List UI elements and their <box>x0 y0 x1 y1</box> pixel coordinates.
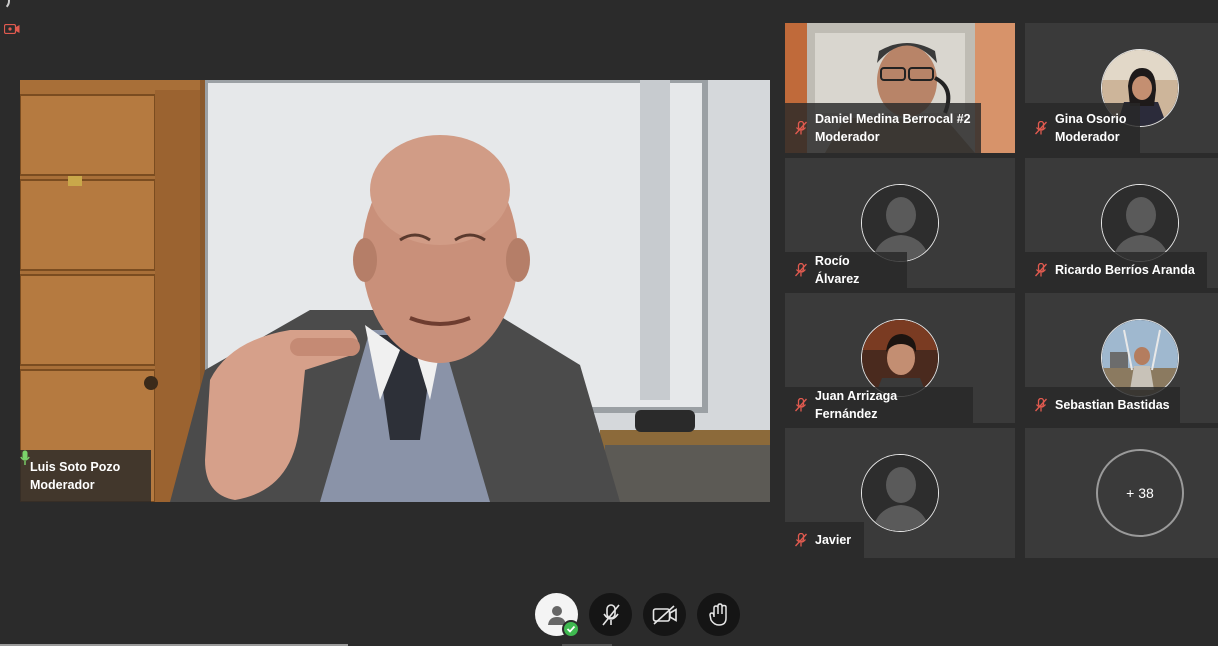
participant-name-tag: Gina Osorio Moderador <box>1025 103 1140 153</box>
raise-hand-icon <box>708 602 727 626</box>
camera-off-icon <box>652 604 677 625</box>
main-speaker-name-tag: Luis Soto Pozo Moderador <box>20 450 151 502</box>
participant-role: Moderador <box>815 130 880 144</box>
mic-muted-icon <box>795 398 807 412</box>
recording-indicator <box>0 0 26 40</box>
mic-muted-icon <box>1035 398 1047 412</box>
default-avatar-icon <box>861 184 939 262</box>
participant-name: Javier <box>815 533 852 547</box>
participant-avatar <box>1101 319 1179 397</box>
participant-name-tag: Javier <box>785 522 864 558</box>
speaker-video-frame <box>20 80 770 502</box>
default-avatar-icon <box>861 454 939 532</box>
participant-name-tag: Rocío Álvarez <box>785 252 907 288</box>
main-speaker-role: Moderador <box>30 478 95 492</box>
mic-muted-icon <box>1035 263 1047 277</box>
call-controls-toolbar <box>535 593 740 638</box>
participant-avatar <box>861 319 939 397</box>
participant-name: Ricardo Berríos Aranda <box>1055 263 1195 277</box>
recording-camera-icon <box>4 24 20 34</box>
participant-tile-ricardo[interactable]: Ricardo Berríos Aranda <box>1025 158 1218 288</box>
participant-tile-gina[interactable]: Gina Osorio Moderador <box>1025 23 1218 153</box>
participant-tile-daniel[interactable]: Daniel Medina Berrocal #2 Moderador <box>785 23 1015 153</box>
participant-name-tag: Ricardo Berríos Aranda <box>1025 252 1207 288</box>
participant-role: Moderador <box>1055 130 1120 144</box>
participant-tile-rocio[interactable]: Rocío Álvarez <box>785 158 1015 288</box>
mic-muted-icon <box>795 121 807 135</box>
participant-name: Rocío Álvarez <box>814 254 860 286</box>
mic-muted-icon <box>795 263 807 277</box>
participant-name: Gina Osorio <box>1055 112 1127 126</box>
participant-name-tag: Juan Arrizaga Fernández <box>785 387 973 423</box>
participant-name-tag: Sebastian Bastidas <box>1025 387 1180 423</box>
participant-name: Sebastian Bastidas <box>1055 398 1170 412</box>
user-status-button[interactable] <box>535 593 580 638</box>
default-avatar-icon <box>1101 184 1179 262</box>
toggle-mic-button[interactable] <box>589 593 632 636</box>
check-icon <box>562 620 580 638</box>
participant-tile-juan[interactable]: Juan Arrizaga Fernández <box>785 293 1015 423</box>
mic-active-icon <box>20 450 30 465</box>
connection-arc-icon <box>0 0 10 10</box>
main-speaker-name: Luis Soto Pozo <box>30 460 121 474</box>
participant-tile-sebastian[interactable]: Sebastian Bastidas <box>1025 293 1218 423</box>
participant-tile-javier[interactable]: Javier <box>785 428 1015 558</box>
participant-name: Daniel Medina Berrocal #2 <box>815 112 971 126</box>
main-speaker-video[interactable]: Luis Soto Pozo Moderador <box>20 80 770 502</box>
mic-muted-icon <box>601 603 620 625</box>
mic-muted-icon <box>795 533 807 547</box>
mic-muted-icon <box>1035 121 1047 135</box>
more-participants-tile[interactable]: + 38 <box>1025 428 1218 558</box>
more-participants-button[interactable]: + 38 <box>1096 449 1184 537</box>
toggle-camera-button[interactable] <box>643 593 686 636</box>
raise-hand-button[interactable] <box>697 593 740 636</box>
participant-name: Juan Arrizaga Fernández <box>814 389 898 421</box>
participant-name-tag: Daniel Medina Berrocal #2 Moderador <box>785 103 981 153</box>
